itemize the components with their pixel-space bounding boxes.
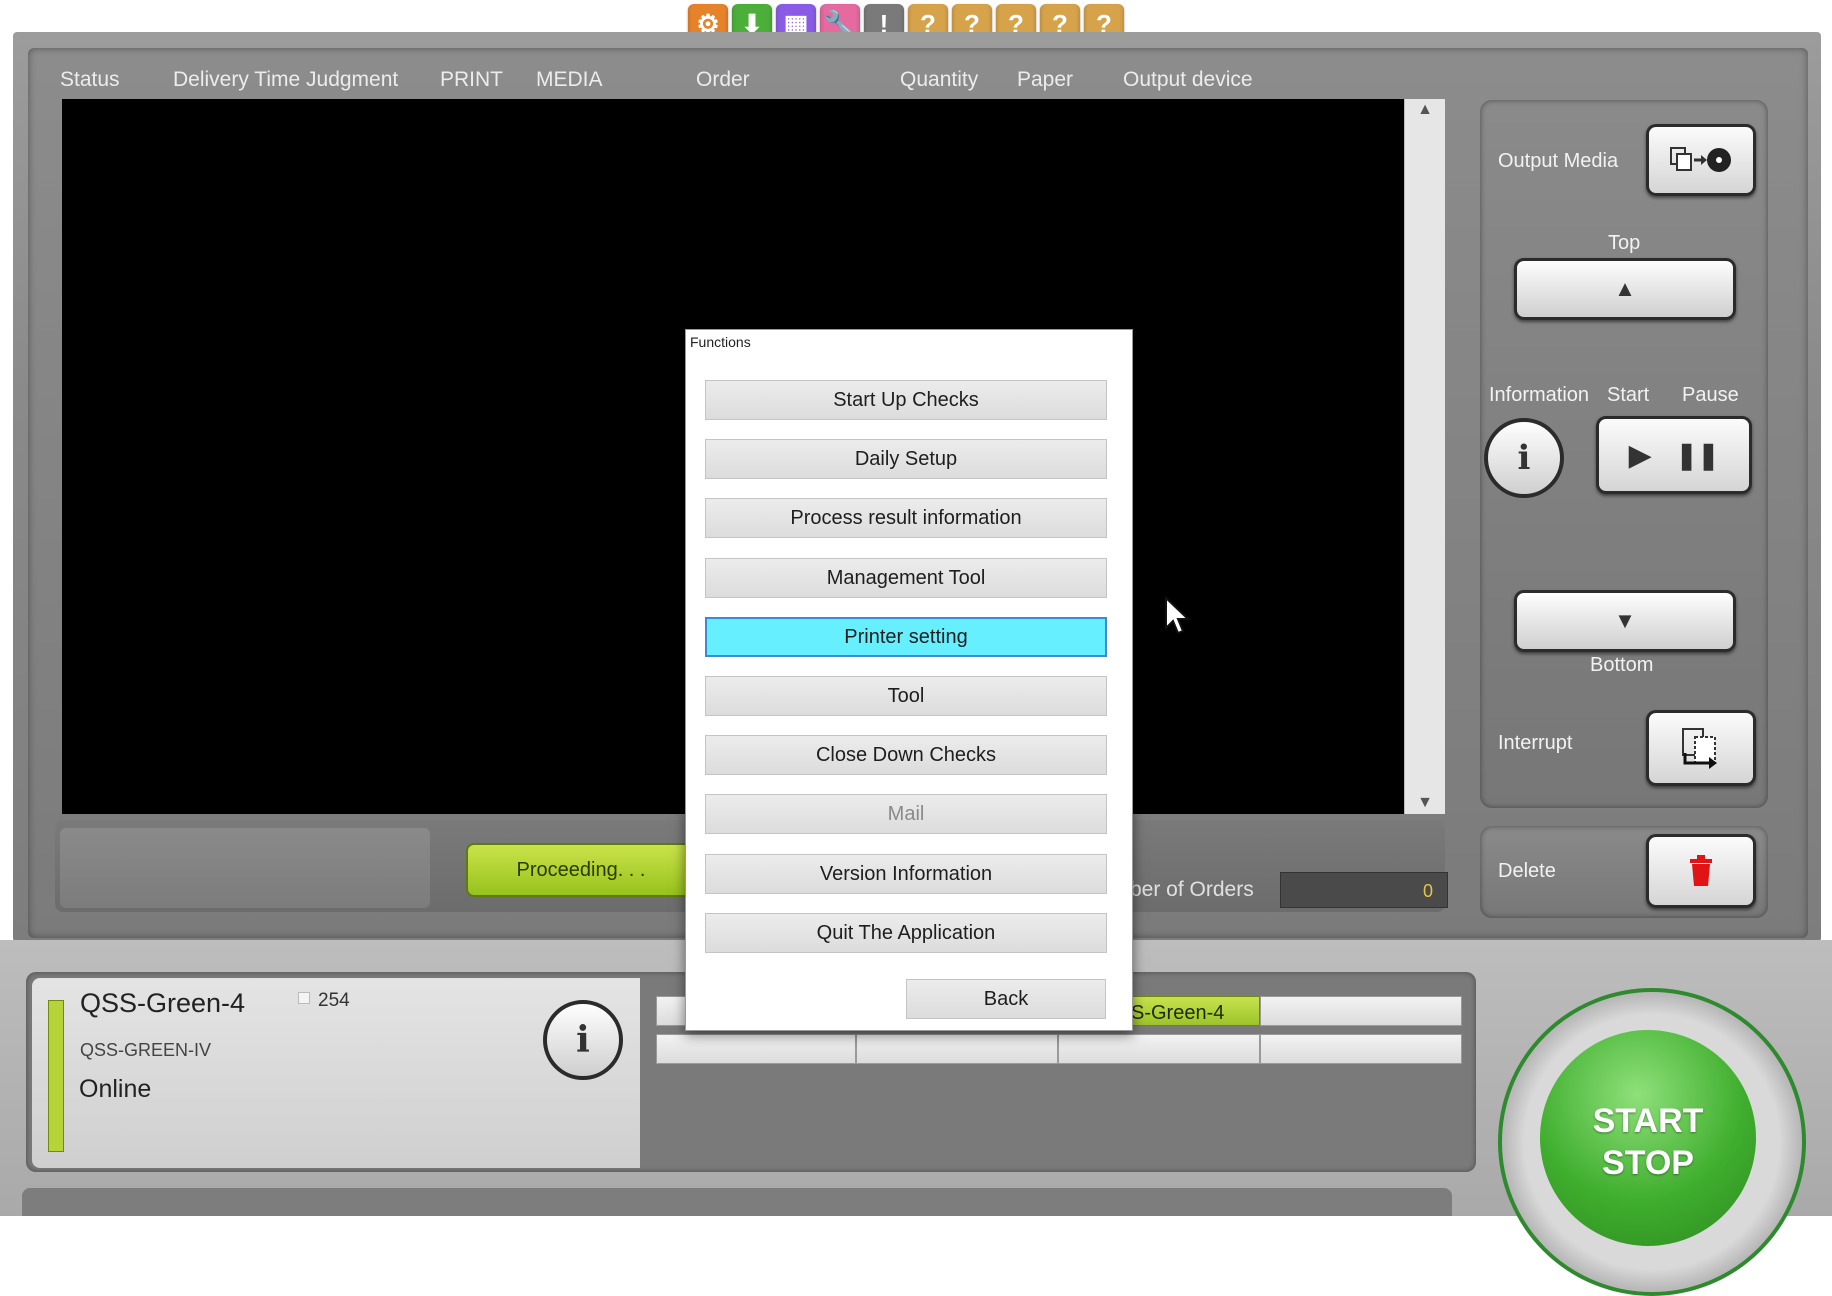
- function-button-printer-setting[interactable]: Printer setting: [705, 617, 1107, 657]
- column-status[interactable]: Status: [60, 68, 120, 92]
- move-bottom-button[interactable]: ▼: [1514, 590, 1736, 652]
- device-name: QSS-Green-4: [80, 988, 246, 1018]
- media-count-icon: [298, 992, 310, 1004]
- device-grid-cell[interactable]: [1260, 996, 1462, 1026]
- column-output-device[interactable]: Output device: [1123, 68, 1253, 92]
- function-button-management-tool[interactable]: Management Tool: [705, 558, 1107, 598]
- device-status-stripe: [48, 1000, 64, 1152]
- device-info-button[interactable]: i: [543, 1000, 623, 1080]
- interrupt-label: Interrupt: [1498, 732, 1573, 754]
- list-scrollbar[interactable]: ▲ ▼: [1404, 99, 1445, 814]
- trash-icon: [1690, 855, 1712, 886]
- bottom-panel-edge: [22, 1188, 1452, 1216]
- function-button-tool[interactable]: Tool: [705, 676, 1107, 716]
- information-label: Information: [1489, 384, 1590, 406]
- device-grid-cell[interactable]: [856, 1034, 1058, 1064]
- dialog-title: Functions: [690, 334, 751, 350]
- function-button-daily-setup[interactable]: Daily Setup: [705, 439, 1107, 479]
- start-label: Start: [1607, 384, 1650, 406]
- function-button-process-result-information[interactable]: Process result information: [705, 498, 1107, 538]
- device-model: QSS-GREEN-IV: [80, 1040, 212, 1060]
- device-grid-cell[interactable]: [1058, 1034, 1260, 1064]
- device-grid-cell[interactable]: [656, 1034, 856, 1064]
- start-label: START: [1592, 1102, 1704, 1140]
- column-order[interactable]: Order: [696, 68, 750, 92]
- pause-label: Pause: [1682, 384, 1739, 406]
- scroll-down-icon[interactable]: ▼: [1405, 794, 1445, 812]
- bottom-label: Bottom: [1590, 654, 1654, 676]
- column-paper[interactable]: Paper: [1017, 68, 1073, 92]
- function-button-version-information[interactable]: Version Information: [705, 854, 1107, 894]
- back-button[interactable]: Back: [906, 979, 1106, 1019]
- column-delivery-time-judgment[interactable]: Delivery Time Judgment: [173, 68, 398, 92]
- function-button-start-up-checks[interactable]: Start Up Checks: [705, 380, 1107, 420]
- column-print[interactable]: PRINT: [440, 68, 503, 92]
- function-button-mail[interactable]: Mail: [705, 794, 1107, 834]
- stop-label: STOP: [1602, 1144, 1694, 1182]
- start-stop-button[interactable]: START STOP: [1540, 1030, 1756, 1246]
- interrupt-button[interactable]: [1646, 710, 1756, 786]
- column-media[interactable]: MEDIA: [536, 68, 603, 92]
- number-of-orders-value: 0: [1280, 872, 1448, 908]
- function-button-quit-the-application[interactable]: Quit The Application: [705, 913, 1107, 953]
- scroll-up-icon[interactable]: ▲: [1405, 101, 1445, 119]
- delete-button[interactable]: [1646, 834, 1756, 908]
- info-icon: i: [576, 1019, 590, 1061]
- progress-area: [60, 828, 430, 908]
- move-top-button[interactable]: ▲: [1514, 258, 1736, 320]
- device-grid-cell[interactable]: [1260, 1034, 1462, 1064]
- pause-icon: ❚❚: [1675, 439, 1720, 470]
- device-status: Online: [79, 1075, 152, 1103]
- arrow-down-icon: ▼: [1614, 608, 1636, 633]
- output-media-icon: [1670, 147, 1731, 172]
- interrupt-icon: [1682, 728, 1717, 769]
- device-tab-label: S-Green-4: [1131, 1002, 1225, 1024]
- function-button-close-down-checks[interactable]: Close Down Checks: [705, 735, 1107, 775]
- output-media-button[interactable]: [1646, 124, 1756, 196]
- delete-label: Delete: [1498, 860, 1556, 882]
- info-icon: i: [1517, 438, 1531, 478]
- column-quantity[interactable]: Quantity: [900, 68, 978, 92]
- mouse-cursor-icon: [1165, 596, 1191, 635]
- output-media-label: Output Media: [1498, 150, 1619, 172]
- start-pause-button[interactable]: ▶ ❚❚: [1596, 416, 1752, 494]
- arrow-up-icon: ▲: [1614, 276, 1636, 301]
- number-of-orders-label: ber of Orders: [1130, 878, 1254, 901]
- information-button[interactable]: i: [1484, 418, 1564, 498]
- proceeding-indicator: Proceeding. . .: [466, 843, 696, 897]
- play-icon: ▶: [1628, 438, 1652, 472]
- media-count: 254: [318, 990, 350, 1011]
- top-label: Top: [1608, 232, 1641, 254]
